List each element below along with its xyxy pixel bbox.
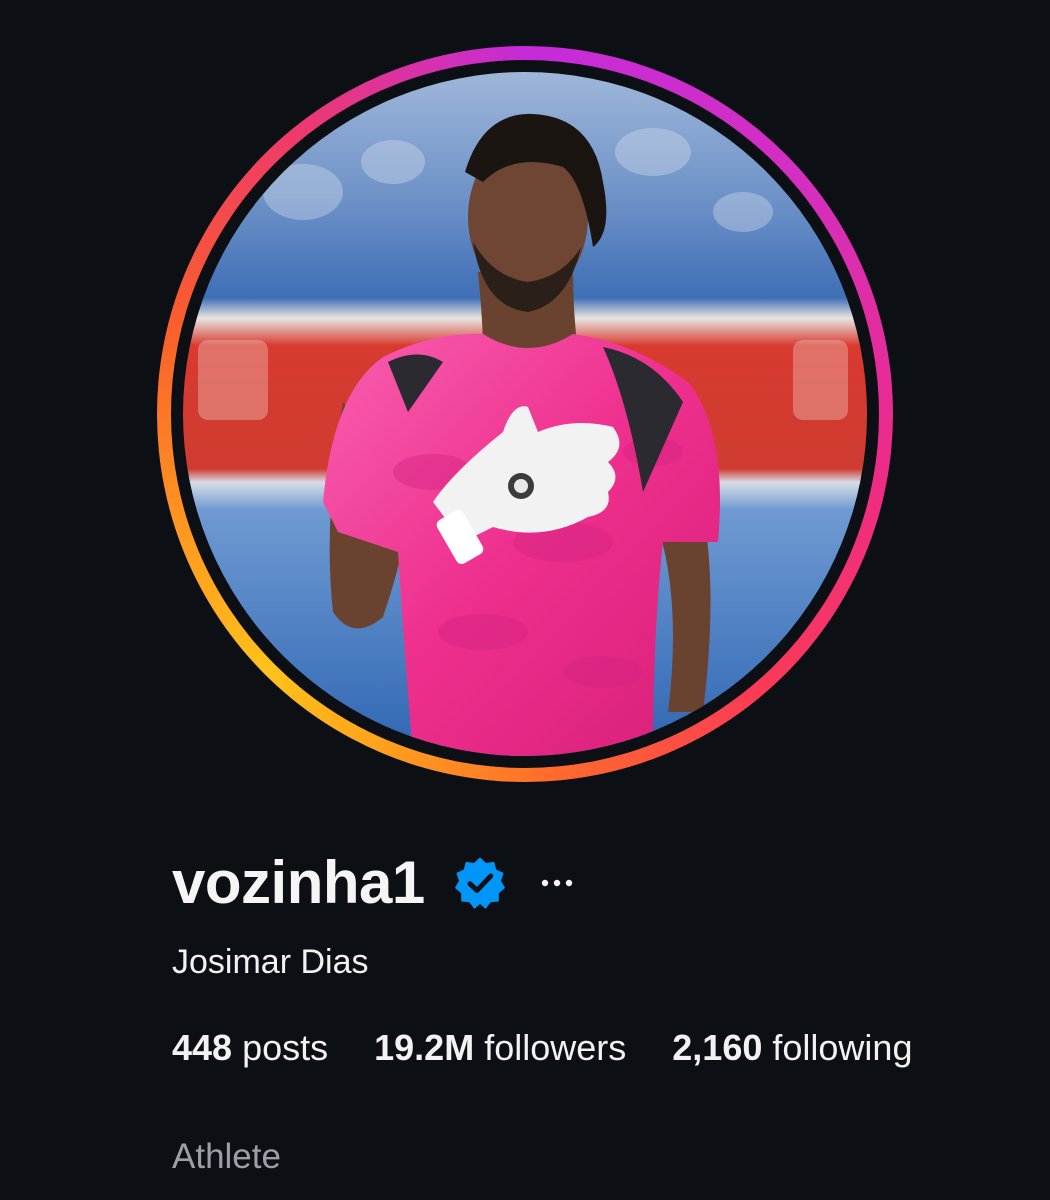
following-label: following bbox=[772, 1027, 913, 1068]
username-row: vozinha1 bbox=[172, 848, 577, 918]
avatar-photo bbox=[183, 72, 867, 756]
story-ring-gap bbox=[171, 60, 879, 768]
profile-page: vozinha1 Josimar Dias 448 posts 19.2M fo… bbox=[0, 0, 1050, 1200]
profile-category: Athlete bbox=[172, 1137, 281, 1176]
profile-stats: 448 posts 19.2M followers 2,160 followin… bbox=[172, 1025, 912, 1071]
full-name: Josimar Dias bbox=[172, 943, 369, 981]
following-stat[interactable]: 2,160 following bbox=[672, 1025, 912, 1071]
verified-badge-icon bbox=[425, 856, 507, 910]
followers-label: followers bbox=[484, 1027, 627, 1068]
more-options-icon bbox=[541, 879, 572, 887]
username: vozinha1 bbox=[172, 849, 425, 916]
posts-stat[interactable]: 448 posts bbox=[172, 1025, 328, 1071]
followers-stat[interactable]: 19.2M followers bbox=[374, 1025, 626, 1071]
posts-label: posts bbox=[242, 1027, 329, 1068]
followers-count: 19.2M bbox=[374, 1027, 475, 1068]
profile-avatar[interactable] bbox=[183, 72, 867, 756]
more-options-button[interactable] bbox=[537, 863, 577, 903]
following-count: 2,160 bbox=[672, 1027, 763, 1068]
posts-count: 448 bbox=[172, 1027, 233, 1068]
story-ring[interactable] bbox=[157, 46, 893, 782]
